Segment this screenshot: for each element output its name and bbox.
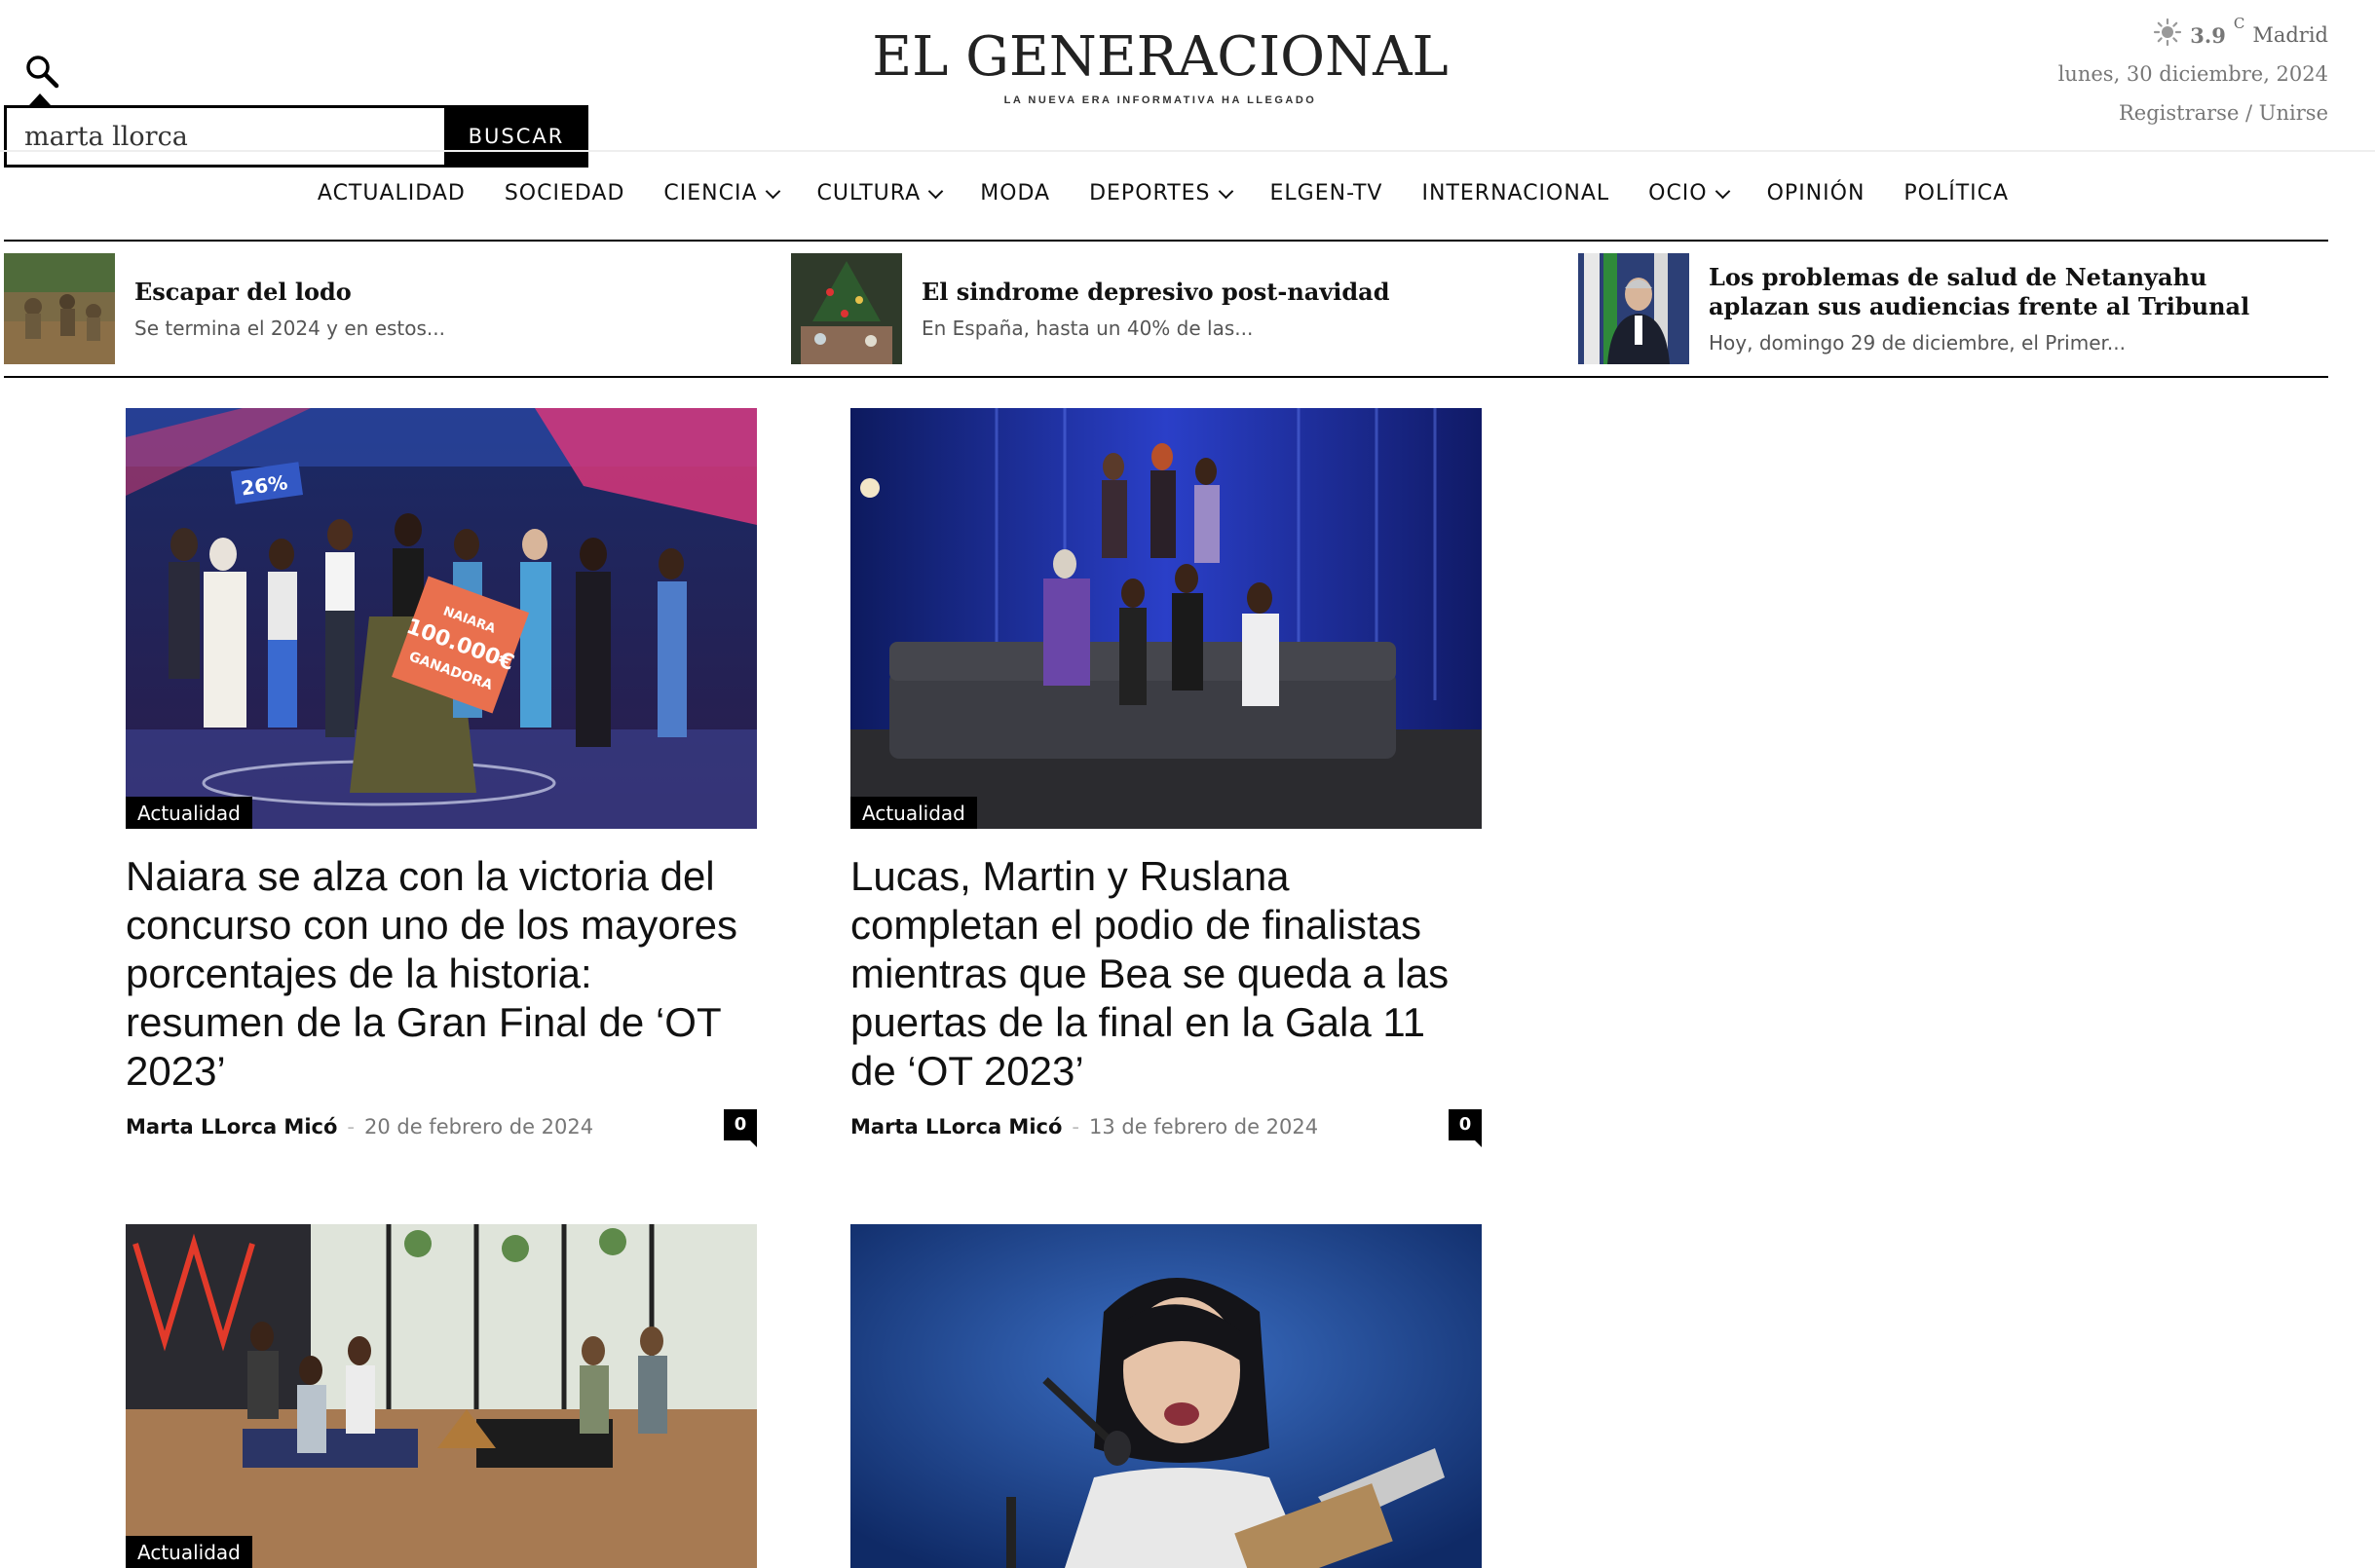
nav-item-sociedad[interactable]: SOCIEDAD — [485, 181, 645, 205]
nav-item-cultura[interactable]: CULTURA — [798, 181, 961, 205]
article-card — [850, 1224, 1482, 1568]
chevron-down-icon — [927, 183, 944, 199]
ticker-excerpt: Se termina el 2024 y en estos... — [134, 317, 446, 340]
nav-item-actualidad[interactable]: ACTUALIDAD — [298, 181, 485, 205]
category-badge[interactable]: Actualidad — [126, 1536, 252, 1568]
meta-separator: - — [1072, 1115, 1079, 1139]
article-title[interactable]: Naiara se alza con la victoria del concu… — [126, 852, 757, 1096]
comment-count[interactable]: 0 — [724, 1109, 757, 1147]
ticker-item[interactable]: Escapar del lodo Se termina el 2024 y en… — [4, 253, 719, 364]
ticker-item[interactable]: El sindrome depresivo post-navidad En Es… — [791, 253, 1506, 364]
nav-item-ciencia[interactable]: CIENCIA — [644, 181, 797, 205]
nav-item-politica[interactable]: POLÍTICA — [1884, 181, 2028, 205]
category-badge[interactable]: Actualidad — [126, 797, 252, 829]
ticker-thumbnail[interactable] — [791, 253, 902, 364]
news-ticker: Escapar del lodo Se termina el 2024 y en… — [4, 240, 2328, 378]
ticker-excerpt: Hoy, domingo 29 de diciembre, el Primer.… — [1709, 331, 2126, 355]
current-date: lunes, 30 diciembre, 2024 — [2057, 62, 2328, 86]
header-divider — [0, 150, 2375, 152]
ticker-item[interactable]: Los problemas de salud de Netanyahu apla… — [1578, 253, 2293, 364]
nav-item-ocio[interactable]: OCIO — [1629, 181, 1747, 205]
nav-item-elgen-tv[interactable]: ELGEN-TV — [1251, 181, 1403, 205]
nav-item-moda[interactable]: MODA — [961, 181, 1070, 205]
nav-item-deportes[interactable]: DEPORTES — [1070, 181, 1250, 205]
search-form: BUSCAR — [4, 105, 588, 168]
search-input[interactable] — [7, 108, 444, 165]
article-date: 13 de febrero de 2024 — [1088, 1115, 1319, 1139]
ticker-thumbnail[interactable] — [4, 253, 115, 364]
main-nav: ACTUALIDAD SOCIEDAD CIENCIA CULTURA MODA… — [0, 181, 2326, 205]
chevron-down-icon — [1218, 183, 1233, 199]
ticker-thumbnail[interactable] — [1578, 253, 1689, 364]
site-logo[interactable]: EL GENERACIONAL — [0, 25, 2320, 89]
article-image[interactable] — [850, 1224, 1482, 1568]
chevron-down-icon — [765, 183, 780, 199]
ticker-title[interactable]: Los problemas de salud de Netanyahu apla… — [1709, 263, 2293, 321]
site-tagline: LA NUEVA ERA INFORMATIVA HA LLEGADO — [1003, 94, 1317, 106]
weather-unit: C — [2233, 15, 2245, 32]
article-image[interactable]: Actualidad — [850, 408, 1482, 829]
article-title[interactable]: Lucas, Martin y Ruslana completan el pod… — [850, 852, 1482, 1096]
article-card: 26% NAIARA 100.000€ GANADORA Actualidad … — [126, 408, 757, 1147]
chevron-down-icon — [1715, 183, 1730, 199]
weather-temp: 3.9 — [2190, 22, 2226, 48]
category-badge[interactable]: Actualidad — [850, 797, 977, 829]
meta-separator: - — [347, 1115, 355, 1139]
weather-widget: 3.9 C Madrid — [2153, 15, 2328, 55]
nav-item-opinion[interactable]: OPINIÓN — [1748, 181, 1885, 205]
search-button[interactable]: BUSCAR — [447, 108, 585, 165]
article-author[interactable]: Marta LLorca Micó — [850, 1115, 1062, 1139]
article-meta: Marta LLorca Micó - 20 de febrero de 202… — [126, 1109, 757, 1147]
article-image[interactable]: 26% NAIARA 100.000€ GANADORA Actualidad — [126, 408, 757, 829]
ticker-excerpt: En España, hasta un 40% de las... — [922, 317, 1254, 340]
ticker-title[interactable]: El sindrome depresivo post-navidad — [922, 278, 1506, 307]
weather-city: Madrid — [2252, 23, 2328, 47]
article-date: 20 de febrero de 2024 — [363, 1115, 594, 1139]
article-card: Actualidad Lucas, Martin y Ruslana compl… — [850, 408, 1482, 1147]
sun-icon — [2153, 18, 2182, 53]
article-author[interactable]: Marta LLorca Micó — [126, 1115, 337, 1139]
article-card: Actualidad — [126, 1224, 757, 1568]
nav-item-internacional[interactable]: INTERNACIONAL — [1403, 181, 1630, 205]
comment-count[interactable]: 0 — [1449, 1109, 1482, 1147]
auth-link[interactable]: Registrarse / Unirse — [2119, 101, 2328, 125]
ticker-title[interactable]: Escapar del lodo — [134, 278, 719, 307]
article-meta: Marta LLorca Micó - 13 de febrero de 202… — [850, 1109, 1482, 1147]
article-image[interactable]: Actualidad — [126, 1224, 757, 1568]
